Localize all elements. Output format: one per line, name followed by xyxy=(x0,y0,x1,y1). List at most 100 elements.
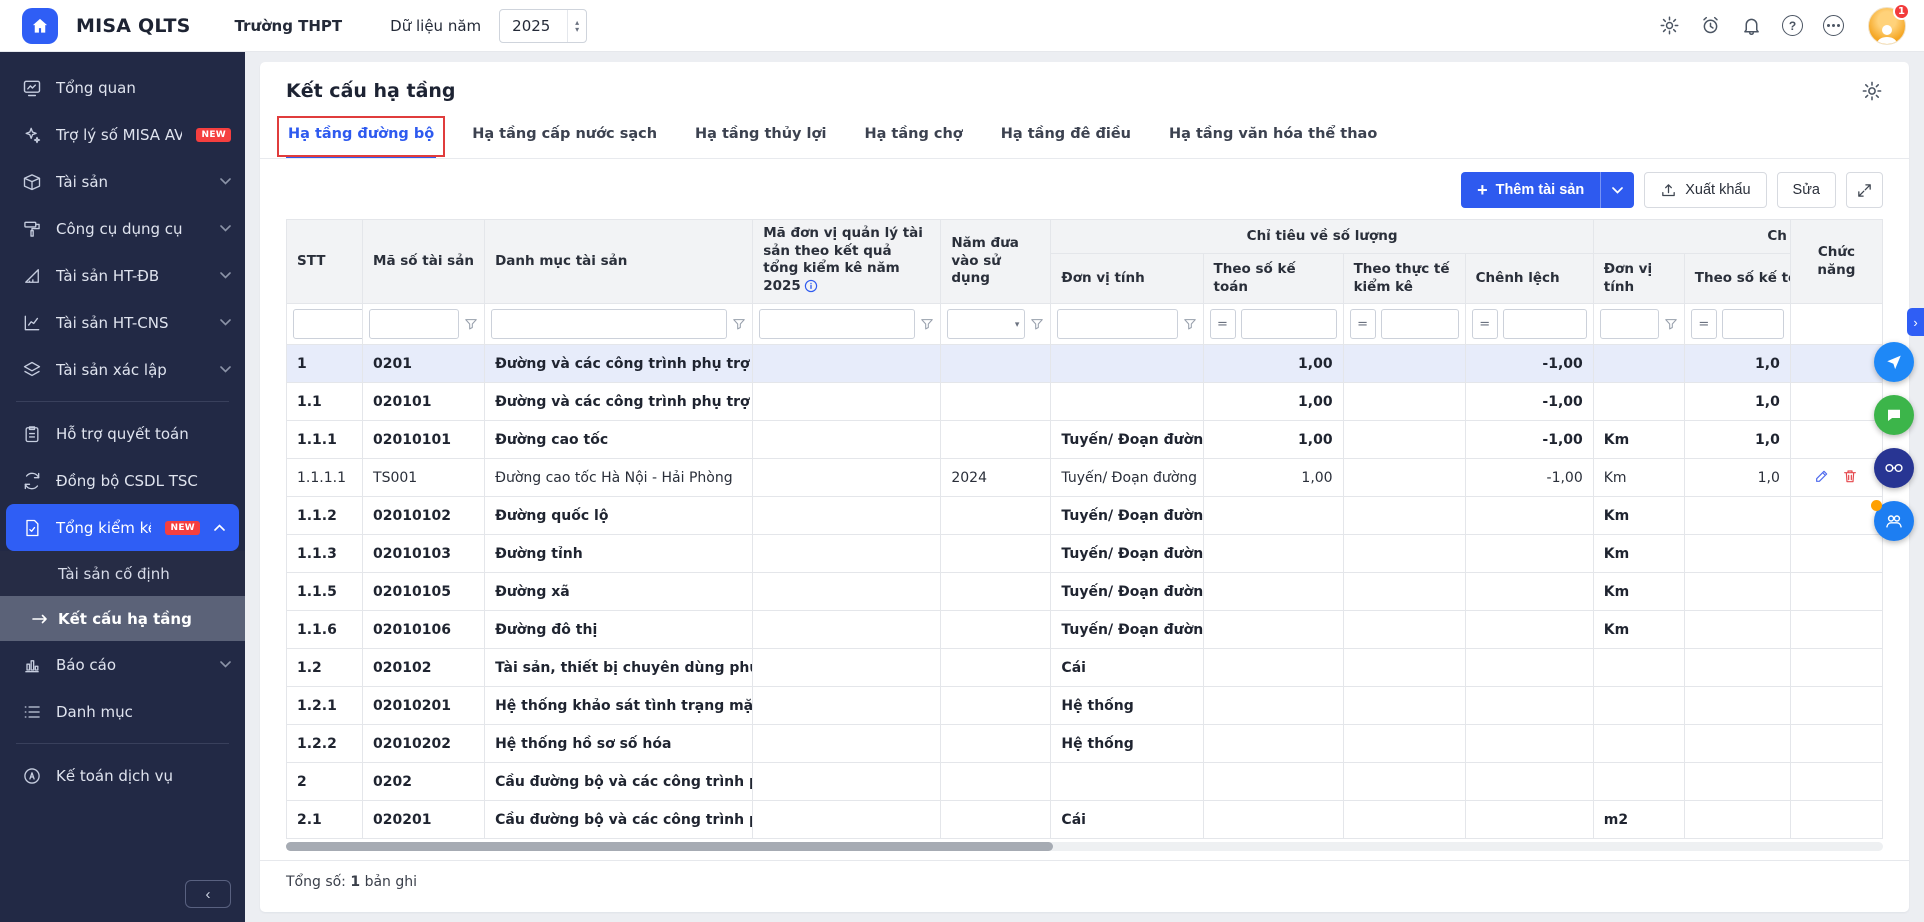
sidebar-item-ket-cau-ha-tang[interactable]: Kết cấu hạ tầng xyxy=(0,596,245,641)
sidebar-item-dong-bo-csdl-tsc[interactable]: Đồng bộ CSDL TSC xyxy=(0,457,245,504)
expand-button[interactable] xyxy=(1846,172,1883,208)
add-asset-dropdown-button[interactable] xyxy=(1600,172,1634,208)
group-widget-button[interactable] xyxy=(1874,501,1914,541)
panel-toggle-icon: › xyxy=(1913,315,1917,330)
table-row[interactable]: 1.1.1 02010101 Đường cao tốc Tuyến/ Đoạn… xyxy=(287,421,1883,459)
filter-qty-book-input[interactable] xyxy=(1241,309,1337,339)
info-icon[interactable] xyxy=(804,279,818,299)
cell-year xyxy=(941,649,1051,687)
filter-category-input[interactable] xyxy=(491,309,727,339)
sidebar-item-ke-toan-dich-vu[interactable]: Kế toán dịch vụ xyxy=(0,752,245,799)
sidebar-item-tai-san-ht-cns[interactable]: Tài sản HT-CNS xyxy=(0,299,245,346)
sidebar-item-tai-san[interactable]: Tài sản xyxy=(0,158,245,205)
table-row[interactable]: 1.1.6 02010106 Đường đô thị Tuyến/ Đoạn … xyxy=(287,611,1883,649)
support-widget-button[interactable] xyxy=(1874,342,1914,382)
sidebar-item-tai-san-co-dinh[interactable]: Tài sản cố định xyxy=(0,551,245,596)
sidebar-item-tro-ly-so-misa-ava[interactable]: Trợ lý số MISA AVA NEW xyxy=(0,111,245,158)
cell-value-book: 1,0 xyxy=(1684,459,1790,497)
cell-value-book: 1,0 xyxy=(1684,421,1790,459)
filter-funnel-icon[interactable] xyxy=(464,317,478,331)
table-row[interactable]: 1.1 020101 Đường và các công trình phụ t… xyxy=(287,383,1883,421)
equals-operator-button[interactable]: = xyxy=(1350,309,1376,339)
cell-category-name: Đường cao tốc Hà Nội - Hải Phòng xyxy=(485,459,753,497)
right-panel-toggle[interactable]: › xyxy=(1907,308,1924,336)
filter-unit-input[interactable] xyxy=(1057,309,1177,339)
sidebar-item-tong-quan[interactable]: Tổng quan xyxy=(0,64,245,111)
spinner-down-icon[interactable]: ▾ xyxy=(575,26,579,33)
cell-unit: Tuyến/ Đoạn đường xyxy=(1051,535,1203,573)
org-name[interactable]: Trường THPT xyxy=(235,17,343,35)
table-row[interactable]: 1.2.2 02010202 Hệ thống hồ sơ số hóa Hệ … xyxy=(287,725,1883,763)
tab-ha-tang-duong-bo[interactable]: Hạ tầng đường bộ xyxy=(286,118,436,158)
table-row[interactable]: 1.1.2 02010102 Đường quốc lộ Tuyến/ Đoạn… xyxy=(287,497,1883,535)
filter-unit-code-input[interactable] xyxy=(759,309,915,339)
sidebar-item-tong-kiem-ke[interactable]: Tổng kiểm kê NEW xyxy=(6,504,239,551)
filter-year-dropdown[interactable]: ▾ xyxy=(947,309,1025,339)
equals-operator-button[interactable]: = xyxy=(1472,309,1498,339)
settings-button[interactable] xyxy=(1659,15,1680,36)
cell-stt: 1.1.3 xyxy=(287,535,363,573)
edit-row-button[interactable] xyxy=(1814,468,1830,484)
cell-unit: Hệ thống xyxy=(1051,687,1203,725)
filter-funnel-icon[interactable] xyxy=(1030,317,1044,331)
help-button[interactable]: ? xyxy=(1782,15,1803,36)
tab-ha-tang-cho[interactable]: Hạ tầng chợ xyxy=(862,118,964,158)
table-row[interactable]: 1.1.5 02010105 Đường xã Tuyến/ Đoạn đườn… xyxy=(287,573,1883,611)
equals-operator-button[interactable]: = xyxy=(1210,309,1236,339)
scrollbar-thumb[interactable] xyxy=(286,842,1053,851)
filter-funnel-icon[interactable] xyxy=(1664,317,1678,331)
reminder-button[interactable] xyxy=(1700,15,1721,36)
community-widget-button[interactable] xyxy=(1874,448,1914,488)
edit-button[interactable]: Sửa xyxy=(1777,172,1836,208)
filter-asset-code-input[interactable] xyxy=(369,309,459,339)
overview-icon xyxy=(22,78,42,98)
delete-row-button[interactable] xyxy=(1842,468,1858,484)
table-row[interactable]: 2.1 020201 Cầu đường bộ và các công trìn… xyxy=(287,801,1883,839)
chevron-up-icon xyxy=(214,524,225,531)
filter-funnel-icon[interactable] xyxy=(1183,317,1197,331)
filter-qty-diff-input[interactable] xyxy=(1503,309,1587,339)
export-button[interactable]: Xuất khẩu xyxy=(1644,172,1766,208)
tab-ha-tang-van-hoa-the-thao[interactable]: Hạ tầng văn hóa thể thao xyxy=(1167,118,1379,158)
tab-ha-tang-de-dieu[interactable]: Hạ tầng đê điều xyxy=(999,118,1133,158)
filter-stt-input[interactable] xyxy=(293,309,363,339)
cell-value-book xyxy=(1684,573,1790,611)
filter-value-book-input[interactable] xyxy=(1722,309,1784,339)
add-asset-button[interactable]: + Thêm tài sản xyxy=(1461,172,1600,208)
sidebar-item-bao-cao[interactable]: Báo cáo xyxy=(0,641,245,688)
table-row[interactable]: 2 0202 Cầu đường bộ và các công trình ph… xyxy=(287,763,1883,801)
table-row[interactable]: 1.2.1 02010201 Hệ thống khảo sát tình tr… xyxy=(287,687,1883,725)
table-row[interactable]: 1.1.1.1 TS001 Đường cao tốc Hà Nội - Hải… xyxy=(287,459,1883,497)
filter-qty-actual-input[interactable] xyxy=(1381,309,1459,339)
sidebar-item-tai-san-ht-db[interactable]: Tài sản HT-ĐB xyxy=(0,252,245,299)
cell-actions xyxy=(1790,573,1882,611)
data-year-select[interactable]: 2025 ▴ ▾ xyxy=(499,9,587,43)
cell-qty-actual xyxy=(1343,345,1465,383)
chat-widget-button[interactable] xyxy=(1874,395,1914,435)
table-settings-button[interactable] xyxy=(1861,80,1883,102)
sidebar-item-danh-muc[interactable]: Danh mục xyxy=(0,688,245,735)
col-unit-code: Mã đơn vị quản lý tài sản theo kết quả t… xyxy=(753,220,941,304)
table-row[interactable]: 1.2 020102 Tài sản, thiết bị chuyên dùng… xyxy=(287,649,1883,687)
tab-ha-tang-cap-nuoc-sach[interactable]: Hạ tầng cấp nước sạch xyxy=(470,118,659,158)
table-row[interactable]: 1.1.3 02010103 Đường tỉnh Tuyến/ Đoạn đư… xyxy=(287,535,1883,573)
cell-unit-2 xyxy=(1593,345,1684,383)
filter-funnel-icon[interactable] xyxy=(920,317,934,331)
sidebar-collapse-button[interactable]: ‹ xyxy=(185,880,231,908)
year-spinner[interactable]: ▴ ▾ xyxy=(567,10,586,42)
sidebar-item-ho-tro-quyet-toan[interactable]: Hỗ trợ quyết toán xyxy=(0,410,245,457)
cell-value-book xyxy=(1684,497,1790,535)
filter-unit-2-input[interactable] xyxy=(1600,309,1659,339)
cell-stt: 1.1.2 xyxy=(287,497,363,535)
more-button[interactable] xyxy=(1823,15,1844,36)
equals-operator-button[interactable]: = xyxy=(1691,309,1717,339)
filter-funnel-icon[interactable] xyxy=(732,317,746,331)
notifications-button[interactable] xyxy=(1741,15,1762,36)
sidebar-item-tai-san-xac-lap[interactable]: Tài sản xác lập xyxy=(0,346,245,393)
tab-ha-tang-thuy-loi[interactable]: Hạ tầng thủy lợi xyxy=(693,118,828,158)
cell-asset-code: 02010103 xyxy=(363,535,485,573)
cell-qty-actual xyxy=(1343,801,1465,839)
sidebar-item-cong-cu-dung-cu[interactable]: Công cụ dụng cụ xyxy=(0,205,245,252)
misa-logo[interactable] xyxy=(22,8,58,44)
table-row[interactable]: 1 0201 Đường và các công trình phụ trợ g… xyxy=(287,345,1883,383)
